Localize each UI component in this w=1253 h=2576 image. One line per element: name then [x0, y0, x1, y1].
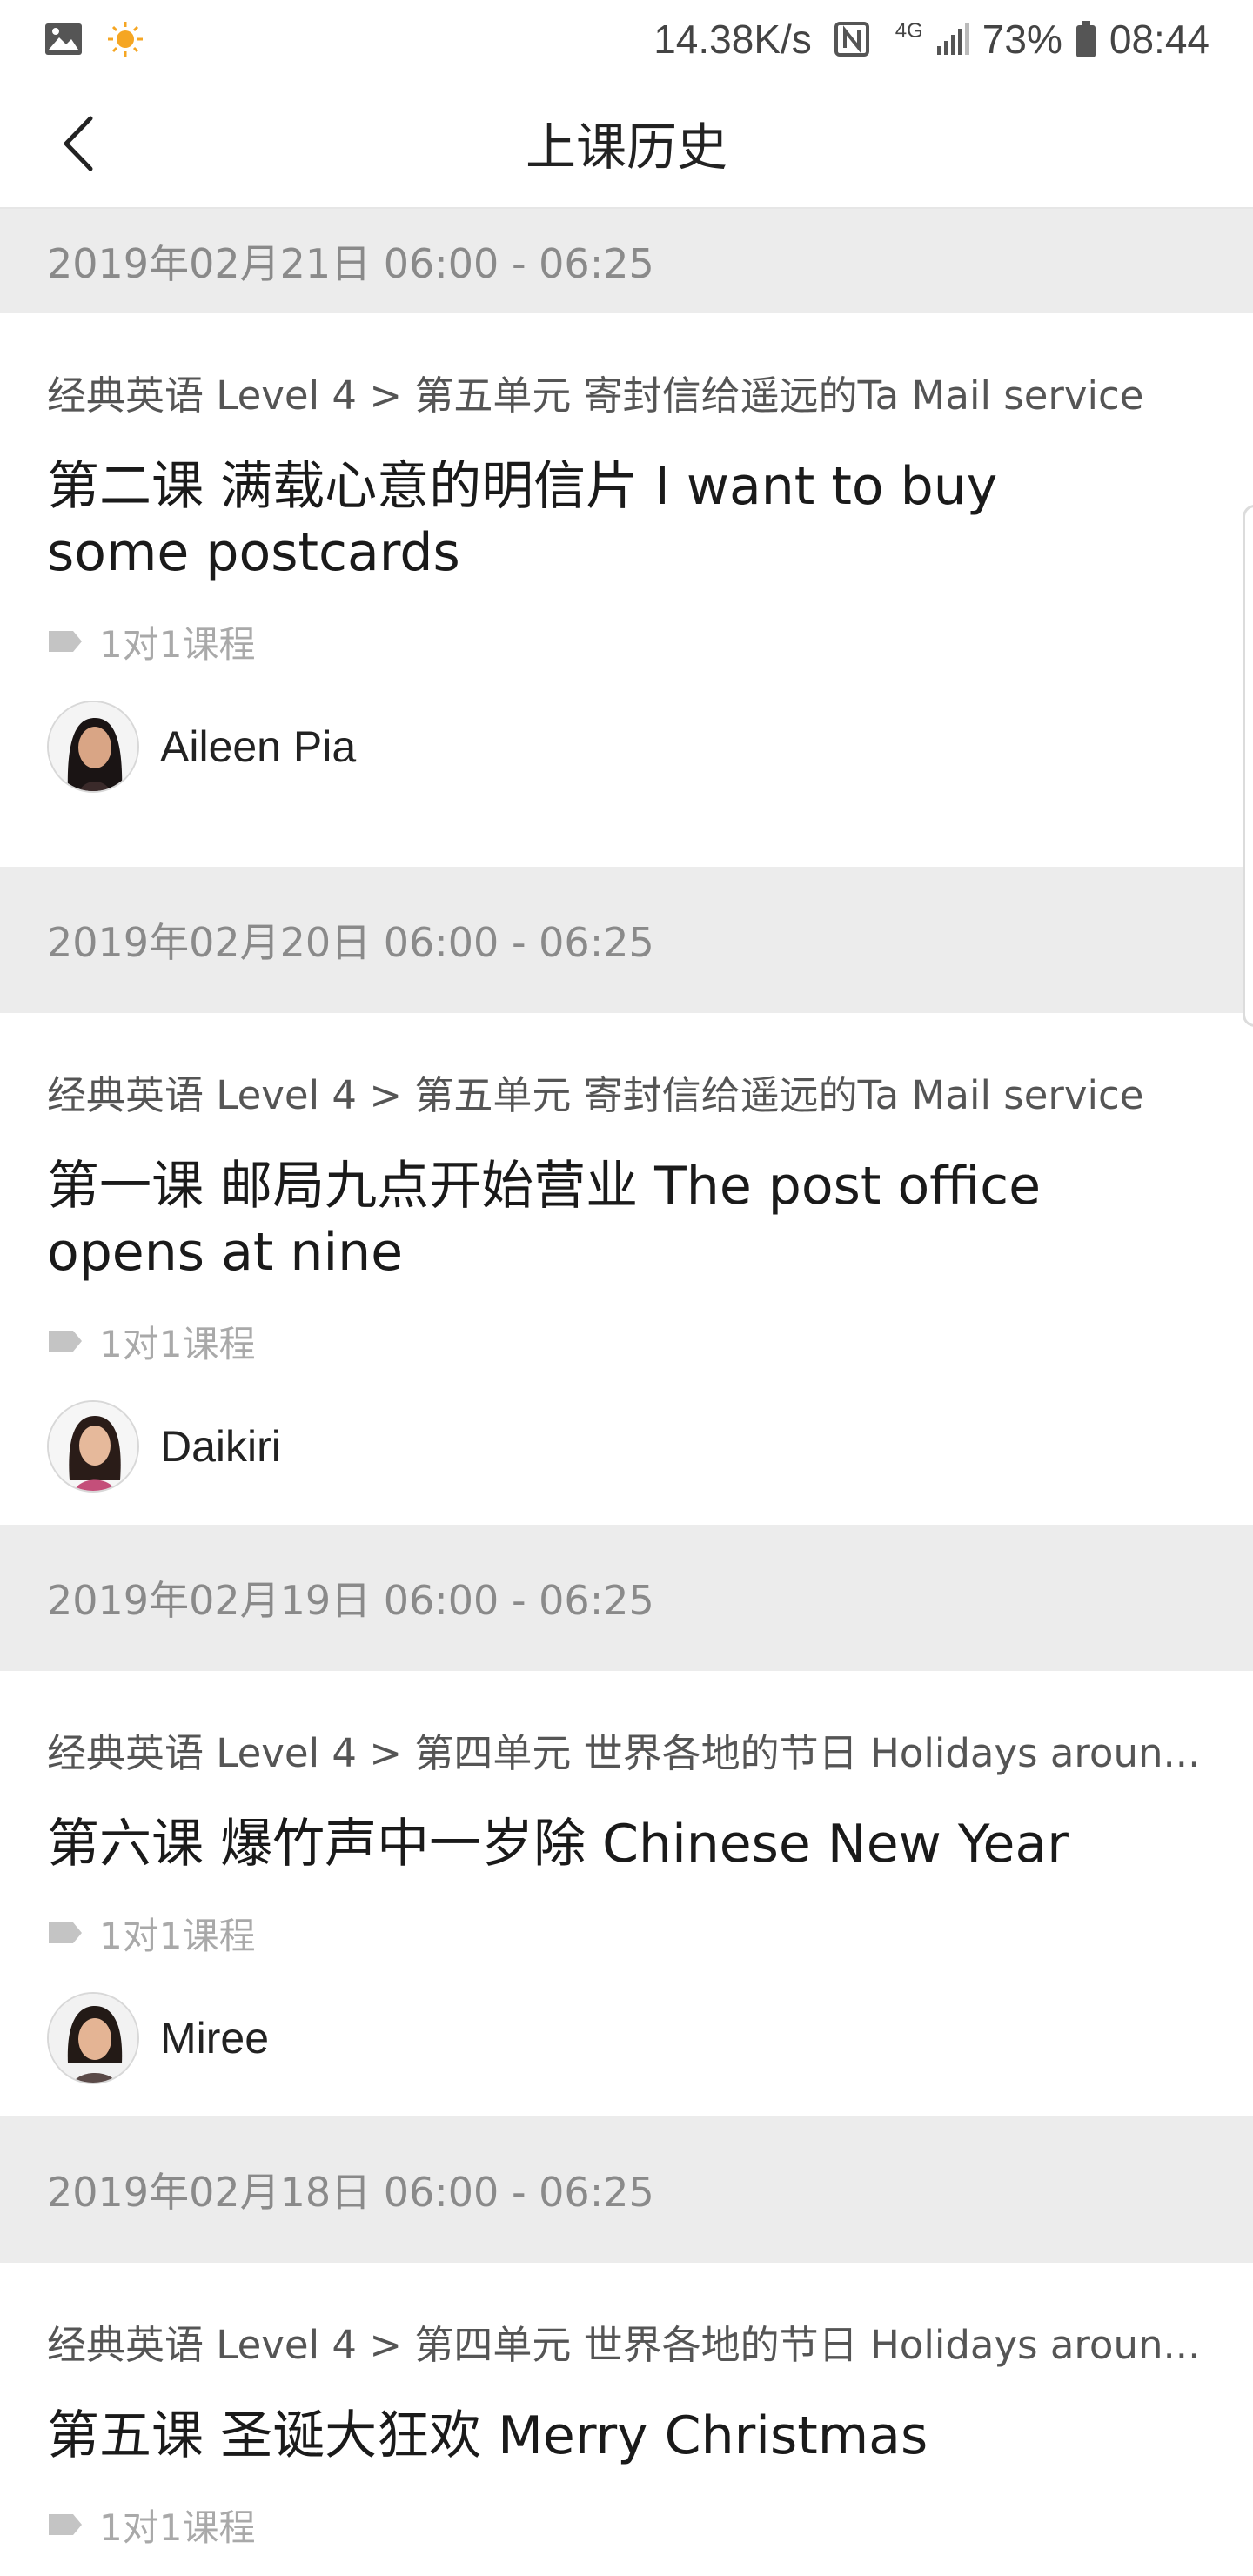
course-path: 经典英语 Level 4 > 第四单元 世界各地的节日 Holidays aro… [47, 2322, 1201, 2368]
chevron-left-icon [61, 115, 96, 172]
back-button[interactable] [44, 109, 113, 178]
course-type-label: 1对1课程 [99, 2506, 256, 2549]
teacher-name: Daikiri [160, 1422, 281, 1471]
teacher-row: Miree [47, 1992, 1206, 2084]
class-record-card[interactable]: 经典英语 Level 4 > 第五单元 寄封信给遥远的Ta Mail servi… [0, 313, 1253, 867]
class-record-card[interactable]: 经典英语 Level 4 > 第五单元 寄封信给遥远的Ta Mail servi… [0, 1013, 1253, 1525]
teacher-name: Aileen Pia [160, 722, 357, 771]
course-type-tag: 1对1课程 [47, 1317, 1206, 1365]
course-type-tag: 1对1课程 [47, 1909, 1206, 1957]
nfc-icon [833, 20, 871, 58]
battery-icon [1075, 20, 1097, 58]
class-record-card[interactable]: 经典英语 Level 4 > 第四单元 世界各地的节日 Holidays aro… [0, 1671, 1253, 2116]
network-type: 4G [895, 19, 923, 43]
network-speed: 14.38K/s [653, 17, 812, 62]
status-bar: 14.38K/s 4G 73% 08:44 [0, 0, 1253, 78]
record-date: 2019年02月19日 06:00 - 06:25 [0, 1525, 1253, 1671]
tag-icon [49, 2514, 82, 2535]
class-history-list: 2019年02月21日 06:00 - 06:25 经典英语 Level 4 >… [0, 209, 1253, 2576]
course-type-label: 1对1课程 [99, 622, 256, 666]
clock: 08:44 [1109, 17, 1209, 62]
teacher-row: Aileen Pia [47, 701, 1206, 793]
record-date: 2019年02月21日 06:00 - 06:25 [0, 209, 1253, 313]
teacher-name: Miree [160, 2014, 270, 2063]
tag-icon [49, 1922, 82, 1943]
record-date: 2019年02月20日 06:00 - 06:25 [0, 867, 1253, 1013]
class-record-card[interactable]: 经典英语 Level 4 > 第四单元 世界各地的节日 Holidays aro… [0, 2263, 1253, 2576]
lesson-title: 第六课 爆竹声中一岁除 Chinese New Year [47, 1814, 1069, 1875]
teacher-row: Daikiri [47, 1400, 1206, 1493]
record-date: 2019年02月18日 06:00 - 06:25 [0, 2116, 1253, 2263]
lesson-title: 第二课 满载心意的明信片 I want to buy some postcard… [47, 456, 998, 583]
avatar [47, 1400, 139, 1493]
avatar [47, 701, 139, 793]
course-path: 经典英语 Level 4 > 第五单元 寄封信给遥远的Ta Mail servi… [47, 1072, 1144, 1118]
tag-icon [49, 1331, 82, 1352]
course-type-label: 1对1课程 [99, 1322, 256, 1365]
gallery-icon [44, 22, 84, 57]
tag-icon [49, 631, 82, 652]
sun-icon [106, 20, 144, 58]
course-path: 经典英语 Level 4 > 第五单元 寄封信给遥远的Ta Mail servi… [47, 372, 1144, 419]
avatar [47, 1992, 139, 2084]
course-type-label: 1对1课程 [99, 1914, 256, 1957]
course-type-tag: 1对1课程 [47, 2500, 1206, 2549]
lesson-title: 第五课 圣诞大狂欢 Merry Christmas [47, 2405, 928, 2466]
nav-header: 上课历史 [0, 78, 1253, 209]
course-type-tag: 1对1课程 [47, 617, 1206, 666]
signal-icon [935, 22, 970, 57]
course-path: 经典英语 Level 4 > 第四单元 世界各地的节日 Holidays aro… [47, 1730, 1201, 1776]
page-title: 上课历史 [525, 117, 727, 177]
battery-percent: 73% [982, 17, 1062, 62]
lesson-title: 第一课 邮局九点开始营业 The post office opens at ni… [47, 1156, 1042, 1283]
scroll-indicator[interactable] [1243, 505, 1253, 1027]
